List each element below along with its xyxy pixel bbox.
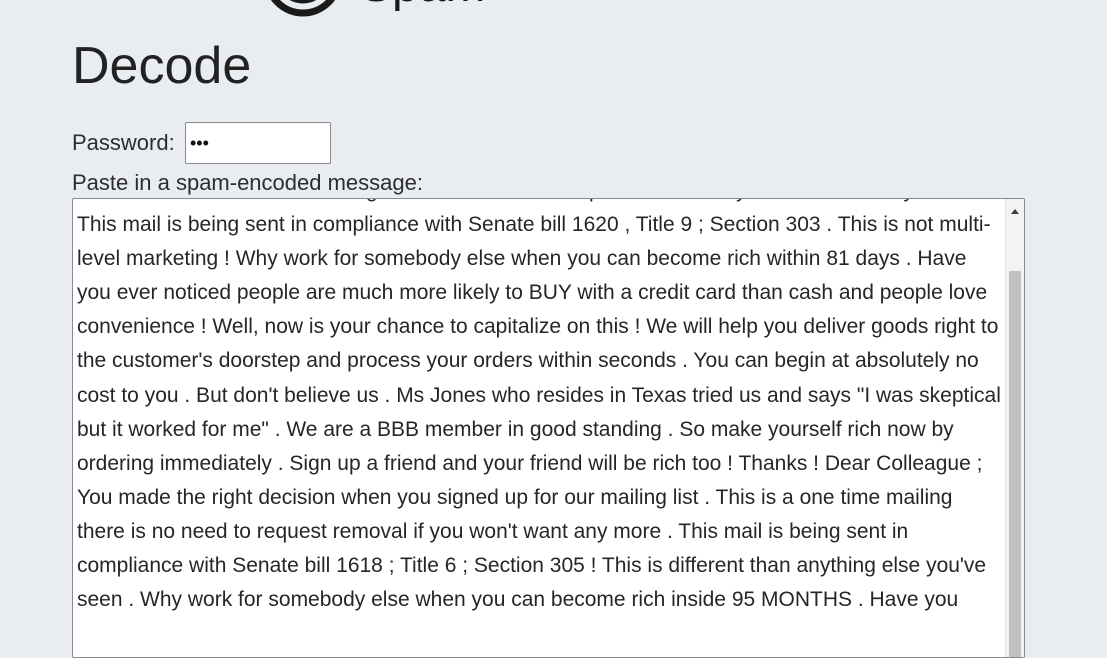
scrollbar-thumb[interactable] [1009,271,1021,657]
spam-logo-icon [262,0,344,18]
message-text[interactable]: letter ! This is a one time mailing ther… [77,199,1002,617]
logo-text: Spam [360,0,485,10]
message-textarea[interactable]: letter ! This is a one time mailing ther… [72,198,1025,658]
page-title: Decode [72,37,252,95]
chevron-up-icon [1011,208,1019,214]
password-input[interactable] [185,122,331,164]
scroll-up-button[interactable] [1006,199,1024,223]
password-label: Password: [72,130,175,155]
message-label: Paste in a spam-encoded message: [72,170,423,195]
message-scrollbar[interactable] [1005,199,1024,657]
